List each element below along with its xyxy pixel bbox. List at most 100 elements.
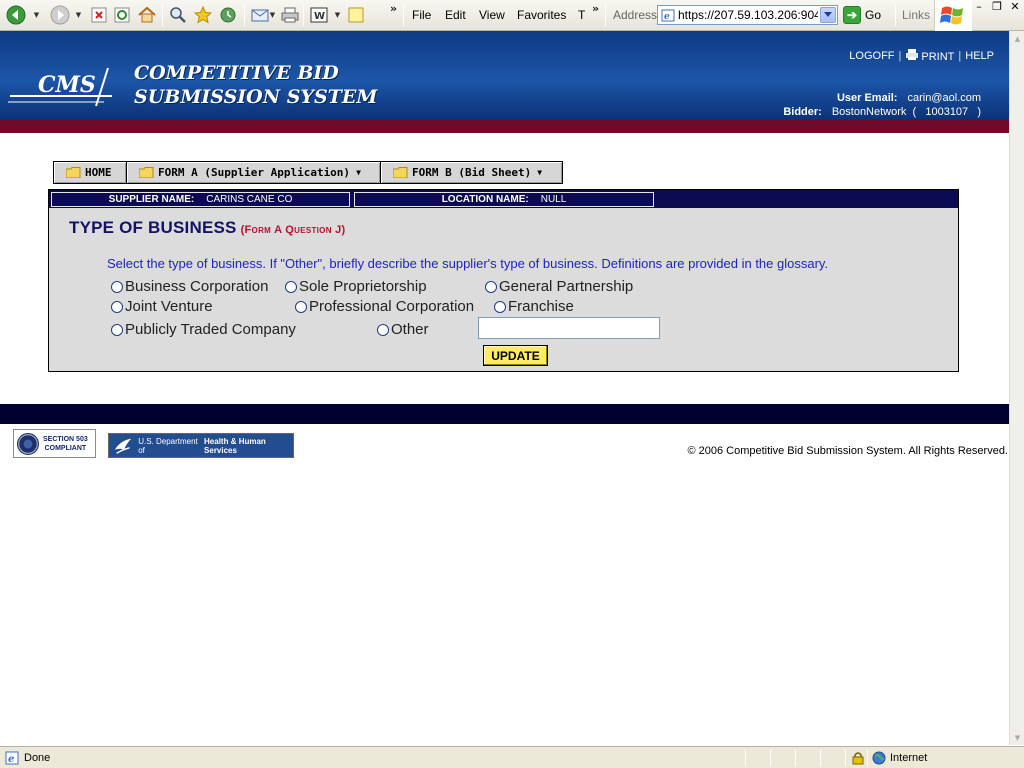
user-email-value: carin@aol.com [907,92,981,104]
printer-icon [281,7,299,23]
history-button[interactable] [219,5,237,25]
radio-label: Franchise [508,298,574,315]
supplier-info-bar: SUPPLIER NAME: CARINS CANE CO LOCATION N… [49,190,958,208]
mail-dropdown-icon[interactable]: ▼ [268,5,277,25]
refresh-button[interactable] [113,5,131,25]
discuss-button[interactable] [347,5,365,25]
nav-form-b[interactable]: FORM B (Bid Sheet) ▼ [380,161,563,184]
search-button[interactable] [169,5,187,25]
cms-logo-text: CMS [38,72,96,98]
url-input[interactable] [678,7,818,23]
edit-page-button[interactable]: W [310,5,328,25]
nav-form-a-label: FORM A (Supplier Application) [158,166,351,179]
radio-business-corporation[interactable]: Business Corporation [111,278,268,295]
supplier-name-cell: SUPPLIER NAME: CARINS CANE CO [51,192,350,207]
page-icon: e [661,9,675,22]
links-label[interactable]: Links [902,8,930,22]
close-icon[interactable]: ✕ [1008,1,1022,15]
section-503-badge[interactable]: SECTION 503 COMPLIANT [13,429,96,458]
print-link[interactable]: PRINT [905,48,954,63]
radio-button-icon[interactable] [295,300,307,313]
site-title-line1: COMPETITIVE BID [134,62,339,84]
hhs-badge[interactable]: U.S. Department of Health & Human Servic… [108,433,294,458]
hhs-prefix: U.S. Department of [138,436,198,455]
supplier-name-value: CARINS CANE CO [206,194,293,205]
stop-button[interactable] [90,5,108,25]
instructions-text: Select the type of business. If "Other",… [107,256,829,271]
radio-button-icon[interactable] [111,323,123,336]
menu-chevron-icon[interactable]: » [592,2,599,15]
type-of-business-panel: SUPPLIER NAME: CARINS CANE CO LOCATION N… [48,189,959,372]
refresh-icon [114,7,130,23]
update-button[interactable]: UPDATE [483,345,548,366]
back-dropdown-icon[interactable]: ▼ [32,5,41,25]
minimize-icon[interactable]: – [972,1,986,15]
other-description-input[interactable] [478,317,660,339]
chevron-down-icon: ▼ [537,168,543,177]
house-icon [138,6,156,23]
chevron-down-icon: ▼ [356,168,361,177]
badge-503-line1: SECTION 503 [43,435,88,443]
radio-publicly-traded-company[interactable]: Publicly Traded Company [111,321,296,338]
scroll-down-icon[interactable]: ▼ [1010,730,1024,745]
restore-icon[interactable]: ❐ [990,1,1004,15]
radio-button-icon[interactable] [485,280,497,293]
user-email-label: User Email: [836,92,898,104]
windows-logo [934,0,972,31]
menu-view[interactable]: View [479,8,505,22]
site-title: COMPETITIVE BID SUBMISSION SYSTEM [134,61,377,109]
menu-edit[interactable]: Edit [445,8,466,22]
print-toolbar-button[interactable] [281,5,299,25]
forward-dropdown-icon[interactable]: ▼ [74,5,83,25]
address-dropdown-button[interactable] [820,7,836,23]
toolbar-chevron-icon[interactable]: » [390,2,397,15]
radio-joint-venture[interactable]: Joint Venture [111,298,213,315]
favorites-button[interactable] [194,5,212,25]
forward-button[interactable] [50,5,70,25]
edit-dropdown-icon[interactable]: ▼ [333,5,342,25]
zone-text: Internet [890,752,928,764]
menu-file[interactable]: File [412,8,431,22]
security-zone: Internet [872,751,927,765]
hhs-name: Health & Human Services [204,436,266,455]
menu-favorites[interactable]: Favorites [517,8,566,22]
radio-button-icon[interactable] [111,300,123,313]
radio-button-icon[interactable] [494,300,506,313]
windows-flag-icon [940,6,963,25]
nav-home-label: HOME [85,166,112,179]
go-button[interactable]: ➔ Go [843,5,881,25]
scroll-up-icon[interactable]: ▲ [1010,31,1024,46]
history-icon [220,7,236,23]
home-button[interactable] [137,5,157,25]
help-link[interactable]: HELP [965,50,994,62]
folder-icon [66,167,81,178]
radio-sole-proprietorship[interactable]: Sole Proprietorship [285,278,427,295]
radio-label: Business Corporation [125,278,269,295]
search-icon [170,7,186,23]
radio-other[interactable]: Other [377,321,429,338]
logoff-link[interactable]: LOGOFF [849,50,894,62]
radio-button-icon[interactable] [377,323,389,336]
forward-arrow-icon [50,5,70,25]
word-icon: W [310,7,328,23]
bidder-label: Bidder: [783,106,822,118]
radio-franchise[interactable]: Franchise [494,298,574,315]
radio-button-icon[interactable] [285,280,297,293]
lock-icon [852,752,864,765]
vertical-scrollbar[interactable]: ▲ ▼ [1009,31,1024,745]
user-info: User Email: carin@aol.com Bidder: BostonNe… [783,91,981,119]
back-button[interactable] [6,5,26,25]
mail-button[interactable] [251,5,269,25]
radio-professional-corporation[interactable]: Professional Corporation [295,298,474,315]
nav-home[interactable]: HOME [53,161,126,184]
nav-form-a[interactable]: FORM A (Supplier Application) ▼ [126,161,380,184]
address-bar[interactable]: e [657,5,838,25]
radio-label: General Partnership [499,278,634,295]
radio-button-icon[interactable] [111,280,123,293]
browser-toolbar: ▼ ▼ ▼ W ▼ » File Edit View Favorites T »… [0,0,1024,31]
nav-form-b-label: FORM B (Bid Sheet) [412,166,532,179]
menu-tools[interactable]: T [578,8,585,22]
back-arrow-icon [6,5,26,25]
radio-general-partnership[interactable]: General Partnership [485,278,633,295]
stop-icon [91,7,107,23]
